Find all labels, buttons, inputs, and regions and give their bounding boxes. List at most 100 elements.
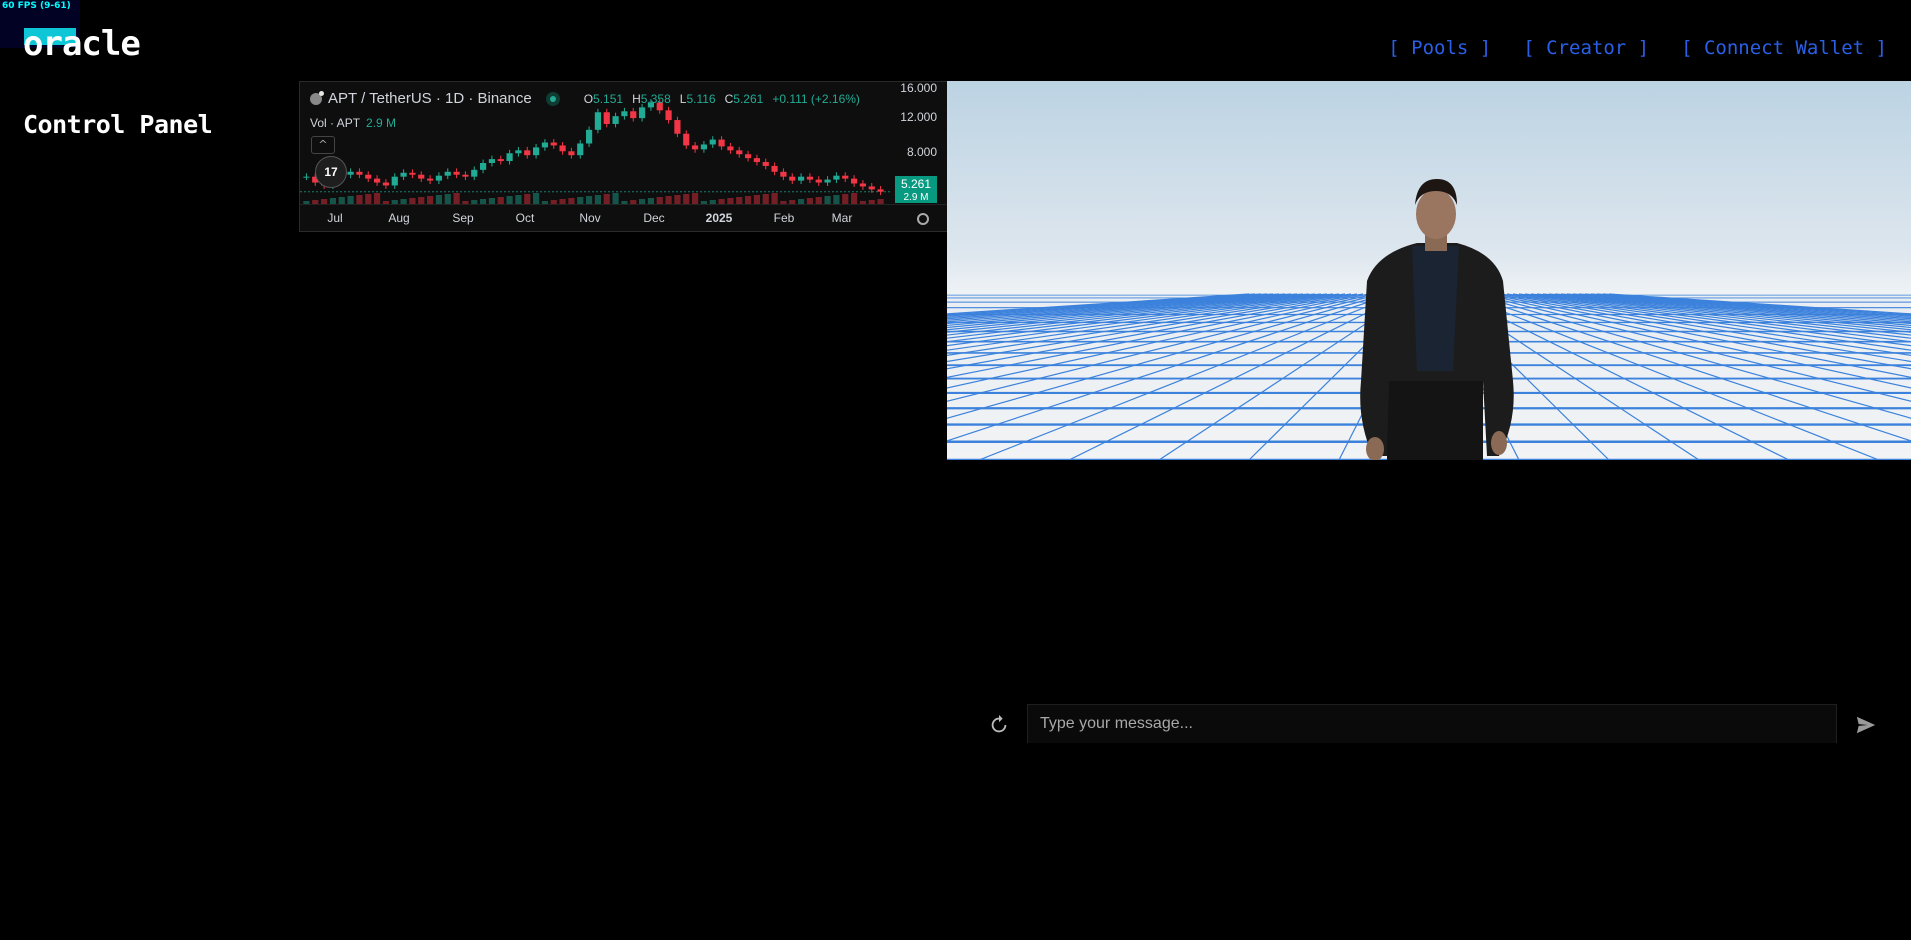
candle-body — [868, 186, 875, 190]
tradingview-logo[interactable]: 17 — [315, 156, 347, 188]
candle-body — [780, 171, 787, 177]
nav-pools-link[interactable]: [ Pools ] — [1388, 37, 1491, 59]
candle-body — [753, 158, 761, 163]
volume-bar — [753, 195, 761, 204]
candle-body — [718, 139, 725, 147]
y-tick: 12.000 — [900, 110, 937, 124]
candle-body — [426, 178, 434, 181]
candle-body — [815, 179, 822, 183]
candle-body — [577, 143, 584, 156]
price-chart-widget[interactable]: APT / TetherUS · 1D · Binance O5.151 H5.… — [299, 81, 948, 232]
candle-body — [356, 171, 363, 175]
volume-bar — [771, 193, 778, 204]
ohlc-high-key: H — [632, 91, 641, 106]
candle-body — [568, 151, 575, 156]
volume-bar — [833, 195, 840, 204]
x-tick: Mar — [831, 211, 853, 225]
candle-body — [409, 172, 416, 175]
candle-body — [762, 162, 769, 166]
market-status-icon — [545, 91, 560, 106]
avatar-figure — [1360, 179, 1514, 460]
volume-bar — [453, 193, 460, 204]
candle-body — [382, 182, 390, 186]
x-tick: Dec — [643, 211, 665, 225]
candle-body — [462, 174, 469, 177]
page-title: Control Panel — [23, 110, 213, 139]
ohlc-low-value: 5.116 — [686, 91, 716, 106]
volume-value: 2.9 M — [366, 116, 397, 130]
candle-body — [842, 175, 849, 179]
y-tick: 8.000 — [906, 145, 937, 159]
volume-bar — [524, 194, 531, 204]
candle-body — [806, 176, 814, 180]
x-tick: Jul — [327, 211, 343, 225]
chevron-up-icon[interactable]: ^ — [311, 136, 335, 154]
candle-body — [373, 178, 381, 183]
volume-bar — [594, 195, 602, 204]
candle-body — [797, 176, 805, 181]
volume-tag: 2.9 M — [895, 193, 937, 203]
volume-label: Vol · APT — [310, 116, 361, 130]
candle-body — [859, 183, 867, 187]
candle-body — [691, 145, 699, 150]
candle-body — [594, 112, 602, 130]
candle-body — [453, 171, 460, 175]
volume-bar — [365, 194, 372, 204]
candle-body — [347, 171, 354, 175]
candle-body — [824, 179, 831, 183]
ohlc-change: +0.111 (+2.16%) — [772, 91, 860, 106]
nav-creator-link[interactable]: [ Creator ] — [1523, 37, 1649, 59]
refresh-icon[interactable] — [988, 714, 1010, 736]
avatar-3d-viewport[interactable] — [947, 81, 1911, 460]
volume-bar — [373, 193, 381, 204]
volume-bar — [656, 197, 663, 204]
candle-body — [612, 116, 619, 124]
volume-bar — [426, 196, 434, 204]
candle-body — [709, 139, 716, 145]
candle-body — [771, 165, 778, 172]
volume-bar — [744, 196, 752, 204]
volume-bar — [850, 193, 858, 204]
x-tick: Nov — [579, 211, 601, 225]
candle-body — [515, 150, 522, 154]
time-axis[interactable]: Jul Aug Sep Oct Nov Dec 2025 Feb Mar — [300, 204, 947, 231]
volume-bar — [674, 195, 681, 204]
volume-bar — [842, 194, 849, 204]
volume-bar — [683, 194, 690, 204]
volume-bar — [444, 194, 451, 204]
candle-body — [603, 112, 610, 124]
candle-body — [833, 175, 840, 180]
volume-bar — [506, 196, 513, 204]
volume-legend: Vol · APT 2.9 M — [310, 116, 396, 130]
app-logo: oracle — [23, 24, 141, 64]
candle-body — [683, 133, 690, 146]
candle-body — [850, 178, 858, 184]
symbol-icon — [310, 90, 324, 105]
candle-body — [471, 169, 478, 177]
candle-body — [744, 154, 752, 159]
chart-header: APT / TetherUS · 1D · Binance O5.151 H5.… — [310, 90, 860, 107]
candle-body — [391, 176, 398, 186]
x-tick: Aug — [388, 211, 410, 225]
volume-bar — [762, 194, 769, 204]
volume-bar — [418, 197, 425, 204]
candle-body — [435, 175, 443, 181]
candle-body — [559, 145, 566, 152]
candle-body — [400, 172, 407, 177]
volume-bar — [435, 195, 443, 204]
ohlc-open-key: O — [583, 91, 594, 106]
candle-body — [621, 111, 628, 117]
candle-body — [418, 174, 425, 179]
volume-bar — [691, 193, 699, 204]
ohlc-close-value: 5.261 — [733, 91, 764, 106]
volume-bar — [532, 193, 540, 204]
connect-wallet-button[interactable]: [ Connect Wallet ] — [1681, 37, 1887, 59]
candle-body — [630, 111, 637, 119]
candle-body — [674, 120, 681, 134]
volume-bar — [815, 197, 822, 204]
gear-icon[interactable] — [917, 213, 929, 225]
candle-body — [303, 176, 310, 178]
chart-symbol[interactable]: APT / TetherUS · 1D · Binance — [328, 90, 532, 107]
message-input[interactable] — [1027, 704, 1837, 743]
send-icon[interactable] — [1855, 714, 1877, 736]
